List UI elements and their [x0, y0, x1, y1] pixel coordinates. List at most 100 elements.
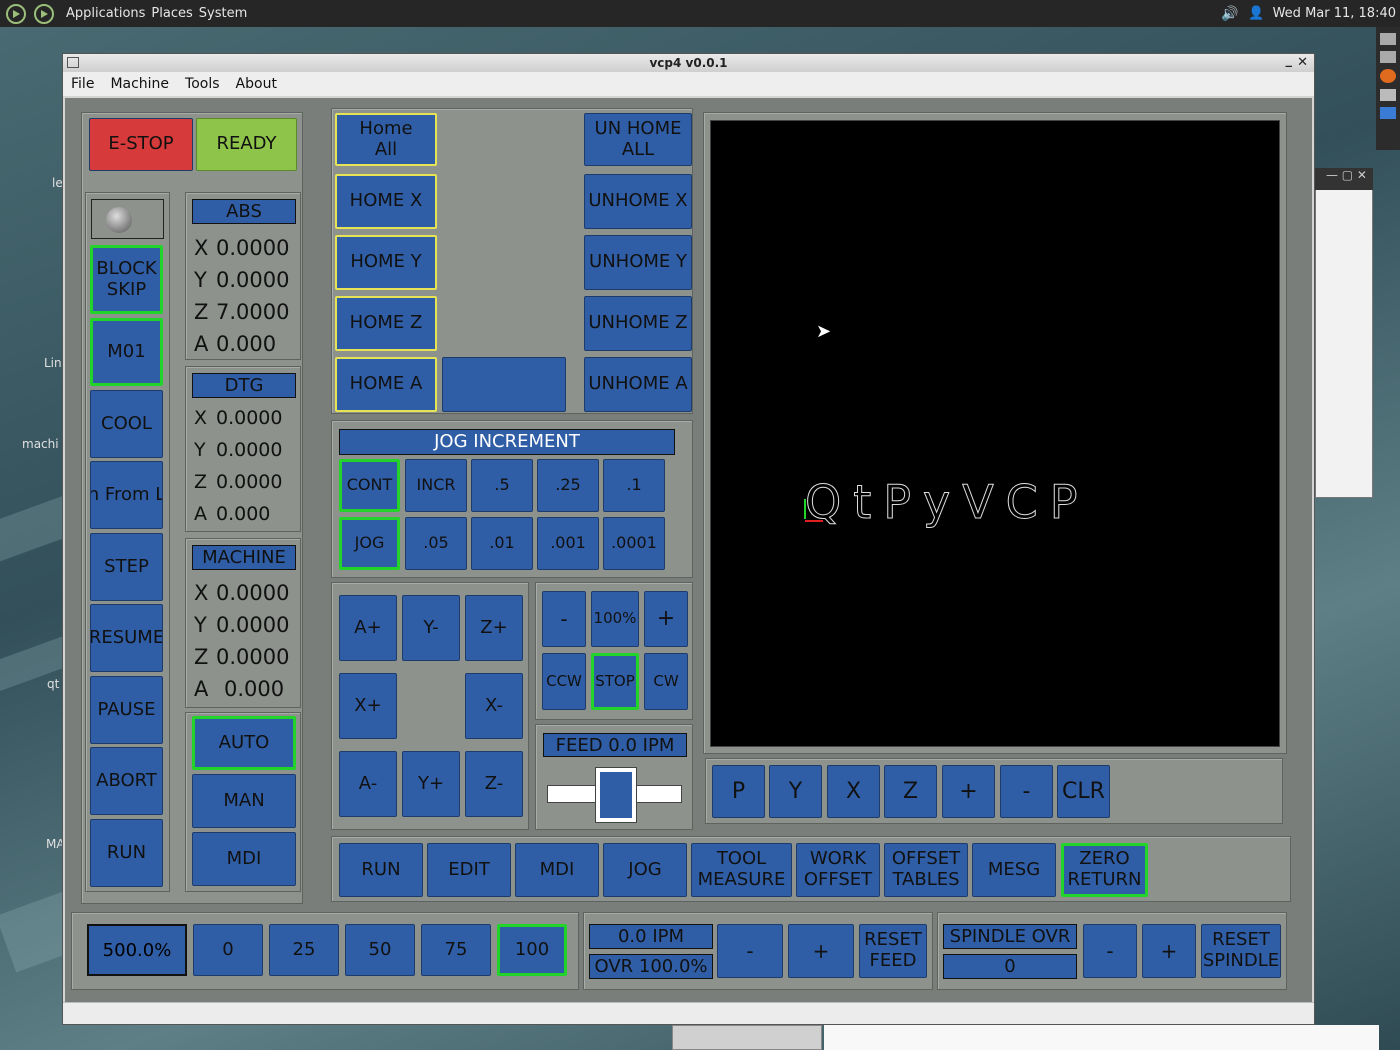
feed-slider-track[interactable] — [547, 767, 682, 823]
spindle-ccw-button[interactable]: CCW — [542, 653, 586, 710]
zoom-out-button[interactable]: - — [1000, 765, 1053, 818]
menu-file[interactable]: File — [71, 76, 94, 92]
jog-cont-button[interactable]: CONT — [339, 459, 400, 512]
rapid-75-button[interactable]: 75 — [421, 924, 491, 976]
spindle-ovr-plus-button[interactable]: + — [1142, 924, 1196, 978]
clock[interactable]: Wed Mar 11, 18:40 — [1273, 6, 1396, 21]
tab-edit[interactable]: EDIT — [427, 843, 511, 897]
launcher-icon-2[interactable] — [34, 3, 54, 24]
spindle-cw-button[interactable]: CW — [644, 653, 688, 710]
folder-icon[interactable] — [1380, 89, 1396, 101]
view-p-button[interactable]: P — [712, 765, 765, 818]
run-from-line-button[interactable]: n From L — [90, 461, 163, 529]
launcher-icon[interactable] — [6, 3, 26, 24]
tab-mdi[interactable]: MDI — [515, 843, 599, 897]
jog-inc-0.05-button[interactable]: .05 — [405, 517, 467, 570]
jog-a-minus-button[interactable]: A- — [339, 751, 397, 817]
applications-menu[interactable]: Applications — [66, 6, 145, 21]
jog-inc-0.5-button[interactable]: .5 — [471, 459, 533, 512]
feed-ovr-plus-button[interactable]: + — [788, 924, 854, 978]
view-y-button[interactable]: Y — [769, 765, 822, 818]
jog-inc-0.01-button[interactable]: .01 — [471, 517, 533, 570]
rapid-25-button[interactable]: 25 — [269, 924, 339, 976]
desktop-icon-label[interactable]: machi — [22, 437, 59, 451]
tab-run[interactable]: RUN — [339, 843, 423, 897]
jog-inc-0.1-button[interactable]: .1 — [603, 459, 665, 512]
unhome-y-button[interactable]: UNHOME Y — [584, 235, 692, 290]
jog-mode-button[interactable]: JOG — [339, 517, 400, 570]
jog-y-plus-button[interactable]: Y+ — [402, 751, 460, 817]
pause-button[interactable]: PAUSE — [90, 676, 163, 744]
tab-jog[interactable]: JOG — [603, 843, 687, 897]
home-x-button[interactable]: HOME X — [335, 174, 437, 229]
home-z-button[interactable]: HOME Z — [335, 296, 437, 351]
close-icon[interactable]: ✕ — [1297, 54, 1308, 72]
gcode-preview[interactable]: QtPyVCP — [710, 120, 1280, 747]
jog-a-plus-button[interactable]: A+ — [339, 595, 397, 661]
jog-x-minus-button[interactable]: X- — [465, 673, 523, 739]
rapid-50-button[interactable]: 50 — [345, 924, 415, 976]
volume-icon[interactable]: 🔊 — [1221, 6, 1238, 22]
cool-button[interactable]: COOL — [90, 390, 163, 458]
tab-offset-tables[interactable]: OFFSET TABLES — [884, 843, 968, 897]
ready-button[interactable]: READY — [196, 118, 297, 171]
spindle-stop-button[interactable]: STOP — [591, 653, 639, 710]
desktop-icon-label[interactable]: qt — [47, 677, 59, 691]
view-z-button[interactable]: Z — [884, 765, 937, 818]
desktop-icon-label[interactable]: Lin — [44, 356, 62, 370]
manual-mode-button[interactable]: MAN — [192, 774, 296, 828]
home-y-button[interactable]: HOME Y — [335, 235, 437, 290]
menu-tools[interactable]: Tools — [185, 76, 220, 92]
reset-spindle-button[interactable]: RESET SPINDLE — [1201, 924, 1281, 978]
tab-zero-return[interactable]: ZERO RETURN — [1061, 843, 1148, 897]
jog-z-plus-button[interactable]: Z+ — [465, 595, 523, 661]
unhome-z-button[interactable]: UNHOME Z — [584, 296, 692, 351]
zoom-in-button[interactable]: + — [942, 765, 995, 818]
estop-button[interactable]: E-STOP — [89, 118, 193, 171]
rapid-100-button[interactable]: 100 — [497, 924, 567, 976]
mdi-mode-button[interactable]: MDI — [192, 832, 296, 886]
home-folder-icon[interactable] — [1380, 51, 1396, 63]
taskbar-item[interactable] — [672, 1025, 822, 1050]
blank-home-button[interactable] — [442, 357, 566, 412]
window-titlebar[interactable]: vcp4 v0.0.1 ✕ _ — [63, 52, 1314, 72]
feed-slider-handle[interactable] — [594, 767, 637, 823]
window-icon[interactable] — [1380, 107, 1396, 119]
rapid-0-button[interactable]: 0 — [193, 924, 263, 976]
clear-preview-button[interactable]: CLR — [1057, 765, 1110, 818]
tab-work-offset[interactable]: WORK OFFSET — [796, 843, 880, 897]
spindle-ovr-minus-button[interactable]: - — [1083, 924, 1137, 978]
minimize-icon[interactable]: _ — [1286, 52, 1293, 70]
jog-inc-0.0001-button[interactable]: .0001 — [603, 517, 665, 570]
tab-tool-measure[interactable]: TOOL MEASURE — [691, 843, 792, 897]
firefox-icon[interactable] — [1380, 69, 1396, 83]
window-menu-icon[interactable] — [67, 57, 79, 68]
auto-mode-button[interactable]: AUTO — [192, 716, 296, 770]
run-button[interactable]: RUN — [90, 819, 163, 887]
jog-inc-0.001-button[interactable]: .001 — [537, 517, 599, 570]
system-menu[interactable]: System — [199, 6, 247, 21]
home-all-button[interactable]: Home All — [335, 113, 437, 166]
view-x-button[interactable]: X — [827, 765, 880, 818]
unhome-a-button[interactable]: UNHOME A — [584, 357, 692, 412]
spindle-plus-button[interactable]: + — [644, 591, 688, 647]
background-window[interactable] — [1315, 168, 1373, 498]
camera-icon[interactable] — [1380, 33, 1396, 45]
menu-machine[interactable]: Machine — [110, 76, 169, 92]
jog-y-minus-button[interactable]: Y- — [402, 595, 460, 661]
jog-z-minus-button[interactable]: Z- — [465, 751, 523, 817]
spindle-minus-button[interactable]: - — [542, 591, 586, 647]
tab-mesg[interactable]: MESG — [972, 843, 1056, 897]
block-skip-button[interactable]: BLOCK SKIP — [90, 245, 163, 314]
m01-button[interactable]: M01 — [90, 318, 163, 386]
jog-x-plus-button[interactable]: X+ — [339, 673, 397, 739]
resume-button[interactable]: RESUME — [90, 604, 163, 672]
feed-ovr-minus-button[interactable]: - — [717, 924, 783, 978]
user-icon[interactable]: 👤 — [1248, 6, 1264, 21]
abort-button[interactable]: ABORT — [90, 747, 163, 815]
jog-incr-button[interactable]: INCR — [405, 459, 467, 512]
places-menu[interactable]: Places — [151, 6, 192, 21]
jog-inc-0.25-button[interactable]: .25 — [537, 459, 599, 512]
step-button[interactable]: STEP — [90, 533, 163, 601]
unhome-x-button[interactable]: UNHOME X — [584, 174, 692, 229]
